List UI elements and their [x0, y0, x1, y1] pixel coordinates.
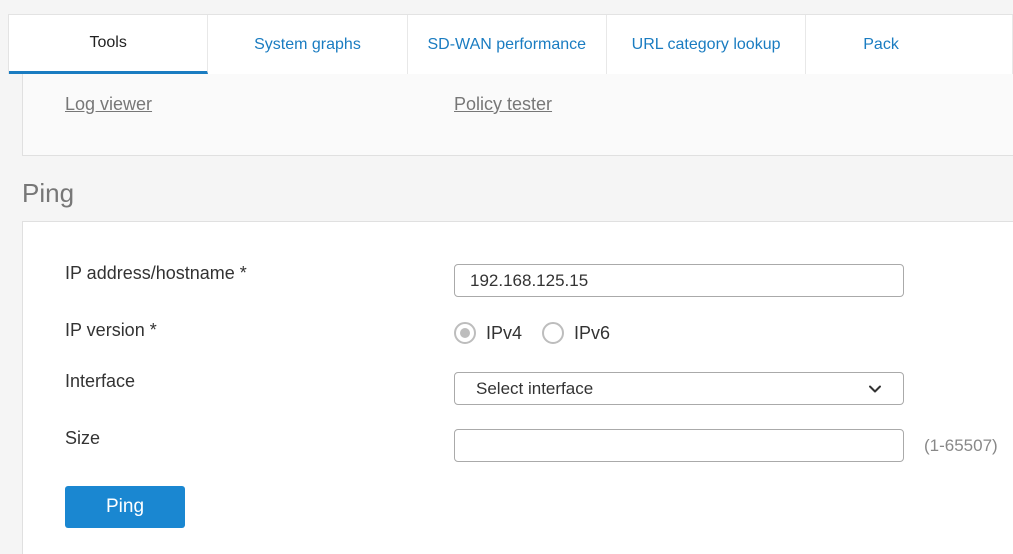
radio-selected-icon: [454, 322, 476, 344]
interface-select-value: Select interface: [476, 378, 594, 398]
tab-url-category-lookup[interactable]: URL category lookup: [607, 15, 807, 74]
ping-panel: IP address/hostname * IP version * IPv4 …: [22, 221, 1013, 554]
ipv4-label: IPv4: [486, 322, 523, 343]
tab-label: Tools: [89, 34, 127, 51]
interface-select[interactable]: Select interface: [454, 372, 904, 405]
tab-tools[interactable]: Tools: [9, 15, 209, 74]
size-label: Size: [65, 428, 101, 448]
tab-label: System graphs: [254, 35, 361, 53]
tab-packet-capture[interactable]: Pack: [806, 15, 1013, 74]
ipv4-radio[interactable]: IPv4: [454, 322, 522, 344]
size-input[interactable]: [454, 429, 904, 462]
ip-version-radio-group: IPv4 IPv6: [454, 322, 630, 344]
ping-button[interactable]: Ping: [65, 486, 185, 528]
radio-unselected-icon: [542, 322, 565, 344]
tab-label: URL category lookup: [631, 35, 781, 53]
tab-label: SD-WAN performance: [427, 35, 587, 53]
tab-sd-wan-performance[interactable]: SD-WAN performance: [408, 15, 607, 74]
tab-system-graphs[interactable]: System graphs: [208, 15, 408, 74]
tools-links-panel: Log viewer Policy tester: [22, 74, 1013, 156]
tab-bar: Tools System graphs SD-WAN performance U…: [8, 14, 1013, 74]
ipv6-label: IPv6: [574, 322, 611, 343]
ip-address-input[interactable]: [454, 264, 904, 297]
policy-tester-link[interactable]: Policy tester: [454, 94, 552, 115]
tab-label: Pack: [863, 35, 899, 53]
page: Tools System graphs SD-WAN performance U…: [0, 0, 1013, 554]
ipv6-radio[interactable]: IPv6: [542, 322, 610, 344]
log-viewer-link[interactable]: Log viewer: [65, 94, 152, 115]
ping-section-title: Ping: [22, 178, 75, 208]
size-range-hint: (1-65507): [924, 436, 998, 455]
chevron-down-icon: [869, 385, 881, 392]
interface-label: Interface: [65, 371, 136, 391]
ip-address-label: IP address/hostname *: [65, 263, 247, 283]
ip-version-label: IP version *: [65, 320, 157, 340]
